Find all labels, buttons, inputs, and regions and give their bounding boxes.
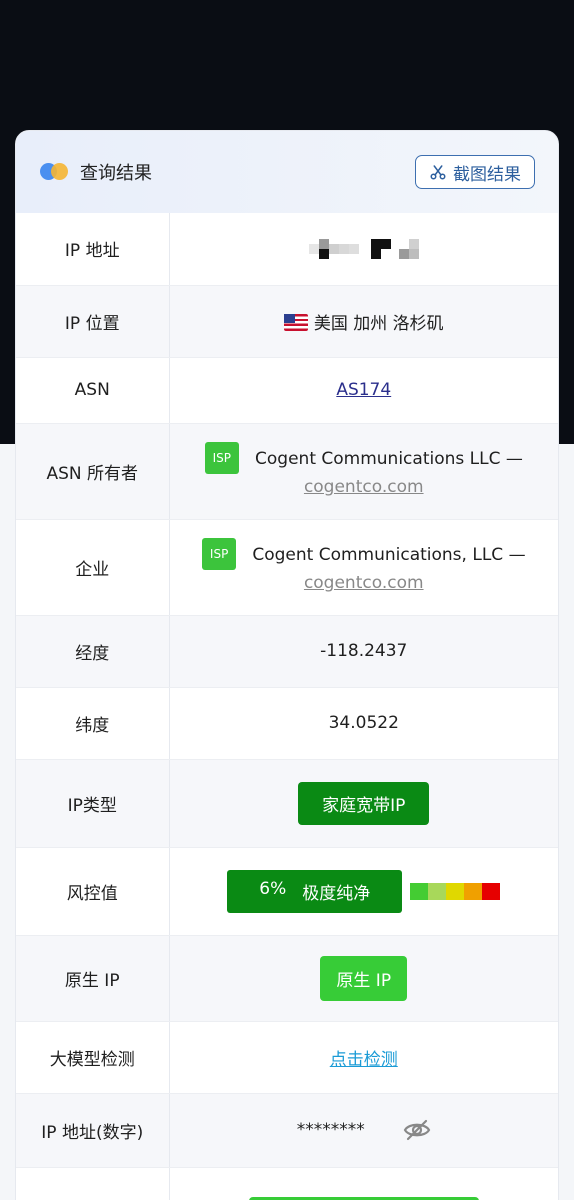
row-label: IP 地址(数字) — [16, 1093, 170, 1168]
ip-type-badge: 家庭宽带IP — [298, 781, 430, 825]
partial-row-value — [169, 1167, 558, 1200]
risk-text: 极度纯净 — [302, 883, 371, 904]
table-row: ASN 所有者 ISP Cogent Communications LLC — c… — [16, 423, 558, 520]
row-label: IP类型 — [16, 759, 170, 848]
row-label — [16, 1167, 170, 1200]
table-row: 经度 -118.2437 — [16, 615, 558, 688]
table-row: IP 地址(数字) ******** — [16, 1093, 558, 1168]
table-row — [16, 1167, 558, 1200]
asn-link[interactable]: AS174 — [336, 380, 391, 400]
table-row: 企业 ISP Cogent Communications, LLC — cogen… — [16, 519, 558, 616]
ip-location-value: 美国 加州 洛杉矶 — [169, 285, 558, 358]
isp-badge: ISP — [204, 442, 240, 474]
table-row: IP类型 家庭宽带IP — [16, 759, 558, 848]
row-label: 风控值 — [16, 847, 170, 936]
brand-dots-icon — [40, 162, 70, 182]
native-ip-badge: 原生 IP — [320, 955, 408, 1001]
row-label: ASN — [16, 357, 170, 424]
ip-address-value — [169, 213, 558, 286]
native-ip-value: 原生 IP — [169, 935, 558, 1022]
row-label: IP 位置 — [16, 285, 170, 358]
asn-owner-value: ISP Cogent Communications LLC — cogentco.… — [169, 423, 558, 520]
row-label: 企业 — [16, 519, 170, 616]
risk-scale-segment — [446, 882, 465, 900]
screenshot-button-label: 截图结果 — [453, 164, 521, 185]
row-label: IP 地址 — [16, 213, 170, 286]
isp-badge: ISP — [201, 538, 237, 570]
risk-score-badge: 6% 极度纯净 — [227, 869, 403, 913]
detect-link[interactable]: 点击检测 — [330, 1050, 398, 1070]
row-label: 纬度 — [16, 687, 170, 760]
table-row: IP 位置 美国 加州 洛杉矶 — [16, 285, 558, 358]
longitude-value: -118.2437 — [169, 615, 558, 688]
eye-off-icon[interactable] — [403, 1118, 431, 1142]
table-row: ASN AS174 — [16, 357, 558, 424]
query-result-card: 查询结果 截图结果 IP 地址 IP 位置 美国 加州 洛杉矶 ASN AS17… — [15, 130, 559, 1200]
masked-value: ******** — [296, 1120, 365, 1140]
row-label: 原生 IP — [16, 935, 170, 1022]
scissors-icon — [430, 165, 446, 180]
latitude-value: 34.0522 — [169, 687, 558, 760]
asn-owner-name: Cogent Communications LLC — — [255, 449, 523, 469]
ip-type-value: 家庭宽带IP — [169, 759, 558, 848]
row-label: ASN 所有者 — [16, 423, 170, 520]
asn-owner-domain-link[interactable]: cogentco.com — [304, 477, 424, 497]
table-row: 风控值 6% 极度纯净 — [16, 847, 558, 936]
row-label: 经度 — [16, 615, 170, 688]
llm-detect-value: 点击检测 — [169, 1021, 558, 1094]
risk-scale-segment — [410, 882, 429, 900]
enterprise-name: Cogent Communications, LLC — — [252, 545, 526, 565]
enterprise-value: ISP Cogent Communications, LLC — cogentco… — [169, 519, 558, 616]
us-flag-icon — [283, 313, 308, 331]
row-label: 大模型检测 — [16, 1021, 170, 1094]
screenshot-button[interactable]: 截图结果 — [415, 155, 535, 189]
risk-scale-segment — [464, 882, 483, 900]
risk-color-scale — [410, 882, 501, 900]
partial-green-button[interactable] — [248, 1196, 479, 1200]
table-row: 纬度 34.0522 — [16, 687, 558, 760]
result-table: IP 地址 IP 位置 美国 加州 洛杉矶 ASN AS174 ASN 所有者 … — [16, 213, 558, 1200]
table-row: 大模型检测 点击检测 — [16, 1021, 558, 1094]
card-header: 查询结果 截图结果 — [16, 131, 558, 213]
table-row: 原生 IP 原生 IP — [16, 935, 558, 1022]
risk-scale-segment — [428, 882, 447, 900]
risk-percent: 6% — [259, 878, 287, 899]
asn-value: AS174 — [169, 357, 558, 424]
header-left: 查询结果 — [40, 159, 152, 185]
card-title: 查询结果 — [80, 163, 152, 184]
risk-value: 6% 极度纯净 — [169, 847, 558, 936]
ip-numeric-value: ******** — [169, 1093, 558, 1168]
ip-address-pixelated — [308, 238, 419, 259]
enterprise-domain-link[interactable]: cogentco.com — [304, 573, 424, 593]
table-row: IP 地址 — [16, 213, 558, 286]
risk-scale-segment — [482, 882, 501, 900]
ip-location-text: 美国 加州 洛杉矶 — [313, 313, 444, 334]
